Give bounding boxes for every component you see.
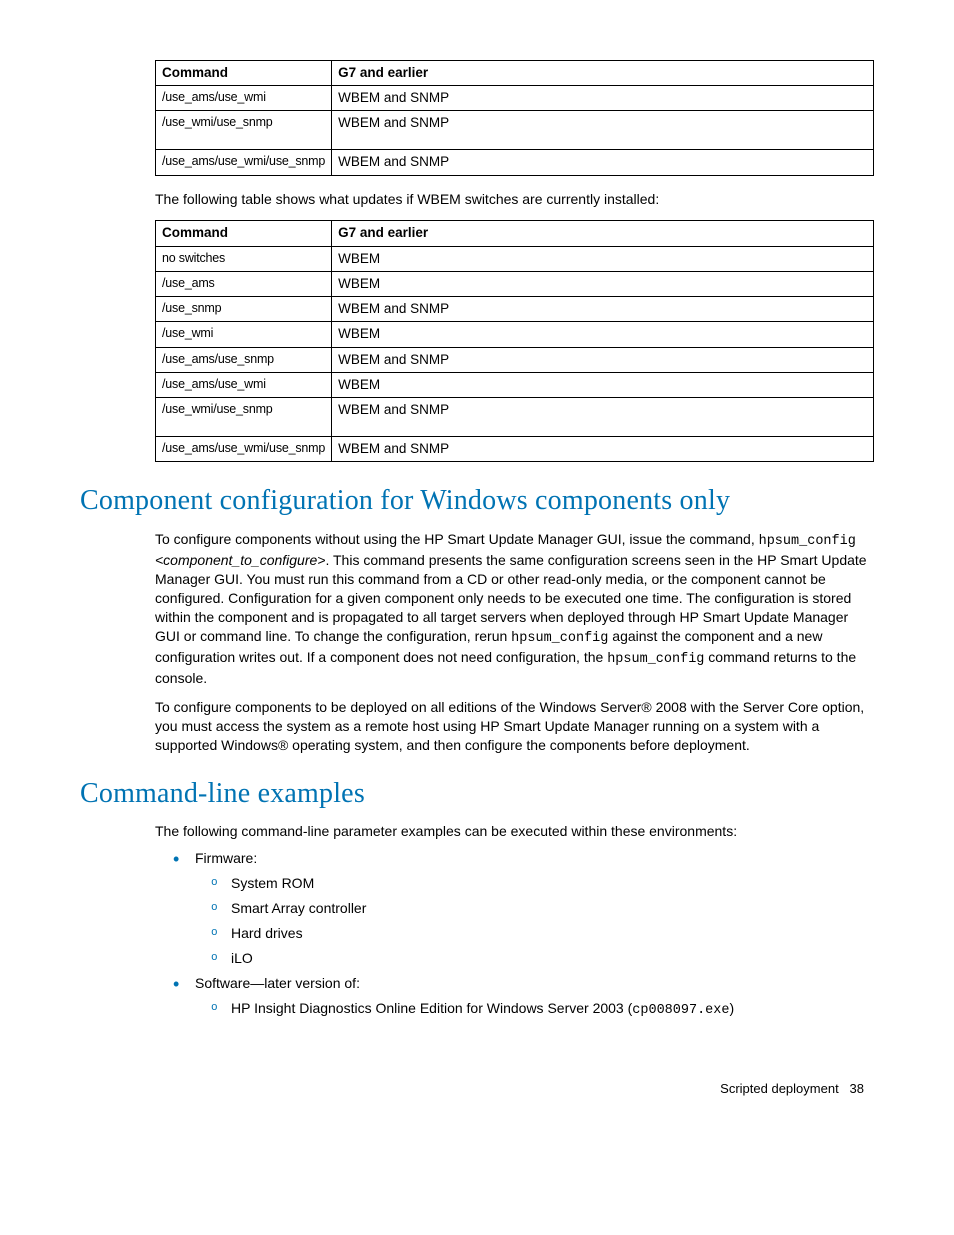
table-row: /use_ams/use_wmi/use_snmpWBEM and SNMP [156, 436, 874, 461]
code-hpsum-config: hpsum_config [759, 534, 856, 549]
list-item: System ROM [195, 874, 874, 893]
list-item: Hard drives [195, 924, 874, 943]
table-wbem-installed: Command G7 and earlier no switchesWBEM /… [155, 220, 874, 462]
arg-component: <component_to_configure> [155, 552, 325, 568]
code-hpsum-config: hpsum_config [511, 631, 608, 646]
list-item: Software—later version of: HP Insight Di… [155, 974, 874, 1020]
heading-component-config: Component configuration for Windows comp… [80, 482, 874, 520]
environments-list: Firmware: System ROM Smart Array control… [155, 849, 874, 1020]
list-item: HP Insight Diagnostics Online Edition fo… [195, 999, 874, 1020]
th-g7: G7 and earlier [332, 221, 874, 246]
page-footer: Scripted deployment 38 [80, 1080, 874, 1098]
code-filename: cp008097.exe [632, 1003, 729, 1018]
table-row: /use_wmi/use_snmpWBEM and SNMP [156, 397, 874, 436]
th-command: Command [156, 221, 332, 246]
table-row: /use_ams/use_wmiWBEM [156, 372, 874, 397]
page-number: 38 [850, 1081, 864, 1096]
list-item: Smart Array controller [195, 899, 874, 918]
heading-cli-examples: Command-line examples [80, 775, 874, 813]
table-row: /use_snmpWBEM and SNMP [156, 297, 874, 322]
list-item: Firmware: System ROM Smart Array control… [155, 849, 874, 967]
table-row: /use_ams/use_snmpWBEM and SNMP [156, 347, 874, 372]
table-row: no switchesWBEM [156, 246, 874, 271]
table2-intro: The following table shows what updates i… [155, 190, 874, 209]
para-config-1: To configure components without using th… [155, 530, 874, 688]
table-row: /use_amsWBEM [156, 271, 874, 296]
list-item: iLO [195, 949, 874, 968]
th-g7: G7 and earlier [332, 61, 874, 86]
para-config-2: To configure components to be deployed o… [155, 698, 874, 755]
code-hpsum-config: hpsum_config [607, 652, 704, 667]
table-row: /use_wmi/use_snmpWBEM and SNMP [156, 111, 874, 150]
table-row: /use_ams/use_wmiWBEM and SNMP [156, 86, 874, 111]
th-command: Command [156, 61, 332, 86]
para-cli-intro: The following command-line parameter exa… [155, 822, 874, 841]
table-snmp-installed: Command G7 and earlier /use_ams/use_wmiW… [155, 60, 874, 176]
table-row: /use_wmiWBEM [156, 322, 874, 347]
table-row: /use_ams/use_wmi/use_snmpWBEM and SNMP [156, 150, 874, 175]
